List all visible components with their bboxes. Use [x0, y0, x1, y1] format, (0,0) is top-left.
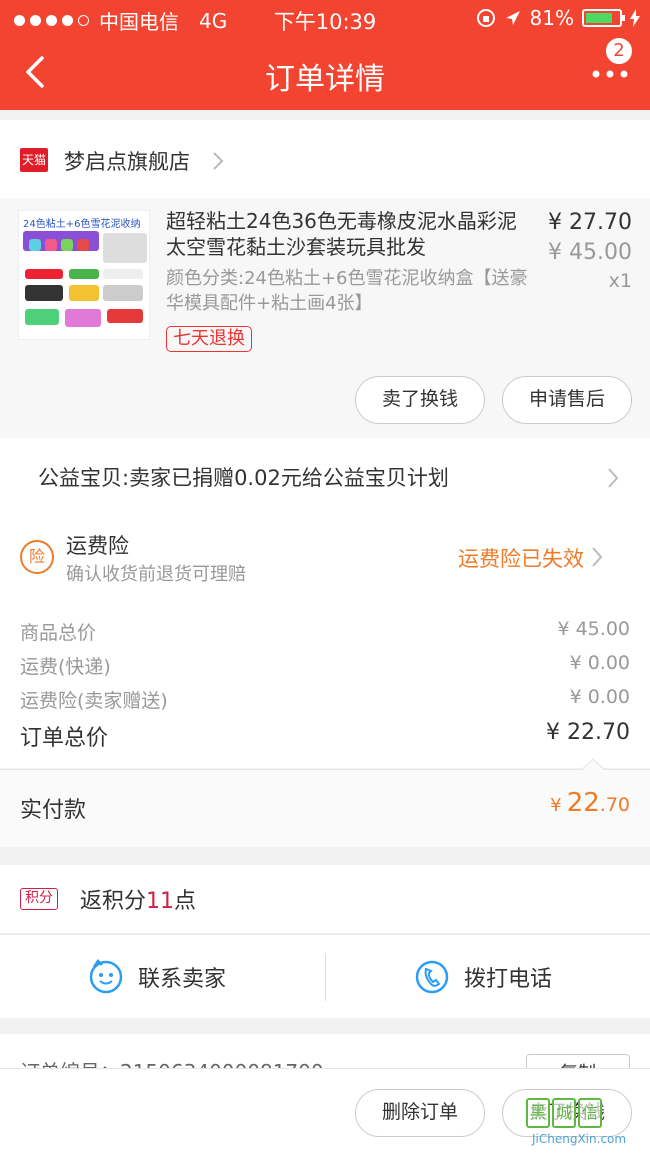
tmall-logo: 天猫 — [20, 148, 48, 172]
order-total-row: 订单总价 ¥ 22.70 — [20, 720, 630, 752]
points-prefix: 返积分 — [80, 889, 147, 914]
message-badge: 2 — [604, 36, 634, 66]
paid-amount-row: 实付款 ¥ 22.70 — [0, 758, 650, 847]
delete-order-button[interactable]: 删除订单 — [355, 1089, 485, 1137]
insurance-status[interactable]: 运费险已失效 — [458, 543, 584, 573]
watermark-site: JiChengXin.com — [532, 1132, 627, 1146]
insurance-subtitle: 确认收货前退货可理赔 — [66, 564, 246, 585]
watermark-char: 城 — [552, 1098, 576, 1128]
watermark-char: 信 — [578, 1098, 602, 1128]
points-badge: 积分 — [20, 888, 58, 910]
chat-face-icon — [89, 959, 123, 994]
goods-total-label: 商品总价 — [20, 622, 97, 644]
product-thumbnail[interactable]: 24色粘土+6色雪花泥收纳盒 — [18, 210, 150, 340]
product-title[interactable]: 超轻粘土24色36色无毒橡皮泥水晶彩泥太空雪花黏土沙套装玩具批发 — [166, 208, 526, 260]
app-header: 中国电信 4G 下午10:39 81% 订单详情 2 — [0, 0, 650, 110]
product-original-price: ¥ 45.00 — [548, 240, 632, 265]
product-sku: 颜色分类:24色粘土+6色雪花泥收纳盒【送豪华模具配件+粘土画4张】 — [166, 268, 528, 314]
paid-amount: ¥ 22.70 — [550, 788, 630, 818]
chevron-right-icon — [213, 152, 224, 170]
insurance-fee-label: 运费险(卖家赠送) — [20, 690, 168, 712]
after-sale-button[interactable]: 申请售后 — [502, 376, 632, 424]
phone-icon — [415, 960, 449, 994]
insurance-fee-value: ¥ 0.00 — [569, 686, 630, 708]
charity-row[interactable]: 公益宝贝:卖家已捐赠0.02元给公益宝贝计划 — [0, 438, 650, 518]
charity-text: 公益宝贝:卖家已捐赠0.02元给公益宝贝计划 — [38, 466, 449, 490]
pointer-caret-icon — [580, 758, 606, 771]
contact-seller-label: 联系卖家 — [138, 967, 227, 992]
product-item: 24色粘土+6色雪花泥收纳盒 超轻粘土24色36色无毒橡皮泥水晶彩泥太空雪花黏土… — [0, 198, 650, 438]
contact-seller-button[interactable]: 联系卖家 — [0, 935, 325, 1019]
order-total-label: 订单总价 — [20, 726, 109, 751]
status-right: 81% — [476, 6, 640, 30]
product-price: ¥ 27.70 — [548, 210, 632, 235]
location-arrow-icon — [505, 11, 520, 25]
price-summary: 商品总价 ¥ 45.00 运费(快递) ¥ 0.00 运费险(卖家赠送) ¥ 0… — [0, 596, 650, 768]
return-policy-tag: 七天退换 — [166, 326, 252, 352]
chevron-right-icon — [608, 468, 619, 488]
store-row[interactable]: 天猫 梦启点旗舰店 — [0, 120, 650, 198]
chevron-right-icon — [592, 547, 603, 567]
contact-row: 联系卖家 拨打电话 — [0, 934, 650, 1018]
status-bar: 中国电信 4G 下午10:39 81% — [0, 0, 650, 36]
insurance-fee-row: 运费险(卖家赠送) ¥ 0.00 — [20, 686, 630, 713]
goods-total-value: ¥ 45.00 — [557, 618, 630, 640]
watermark-logo: 黑 城 信 — [526, 1098, 602, 1128]
paid-label: 实付款 — [20, 798, 87, 823]
shipping-fee-label: 运费(快递) — [20, 656, 111, 678]
product-quantity: x1 — [608, 270, 632, 292]
paid-currency: ¥ — [550, 795, 562, 816]
order-total-value: ¥ 22.70 — [546, 720, 630, 745]
resell-button[interactable]: 卖了换钱 — [355, 376, 485, 424]
battery-icon — [582, 9, 625, 27]
insurance-title: 运费险 — [66, 534, 129, 558]
points-number: 11 — [146, 889, 175, 914]
store-name[interactable]: 梦启点旗舰店 — [64, 146, 190, 176]
insurance-icon: 险 — [20, 540, 54, 574]
call-phone-button[interactable]: 拨打电话 — [325, 935, 650, 1019]
page-title: 订单详情 — [265, 62, 385, 97]
site-watermark: 黑 城 信 JiChengXin.com — [526, 1098, 644, 1150]
points-row: 积分 返积分11点 — [0, 865, 650, 933]
shipping-insurance-row[interactable]: 险 运费险 确认收货前退货可理赔 运费险已失效 — [0, 518, 650, 596]
paid-integer: 22 — [566, 788, 600, 818]
points-suffix: 点 — [174, 889, 197, 914]
charging-bolt-icon — [630, 9, 640, 27]
battery-percent: 81% — [529, 6, 574, 30]
shipping-fee-row: 运费(快递) ¥ 0.00 — [20, 652, 630, 679]
watermark-char: 黑 — [526, 1098, 550, 1128]
paid-decimal: .70 — [599, 794, 630, 816]
rotation-lock-icon — [476, 9, 495, 27]
goods-total-row: 商品总价 ¥ 45.00 — [20, 618, 630, 645]
points-text: 返积分11点 — [80, 883, 196, 915]
call-phone-label: 拨打电话 — [464, 967, 553, 992]
shipping-fee-value: ¥ 0.00 — [569, 652, 630, 674]
